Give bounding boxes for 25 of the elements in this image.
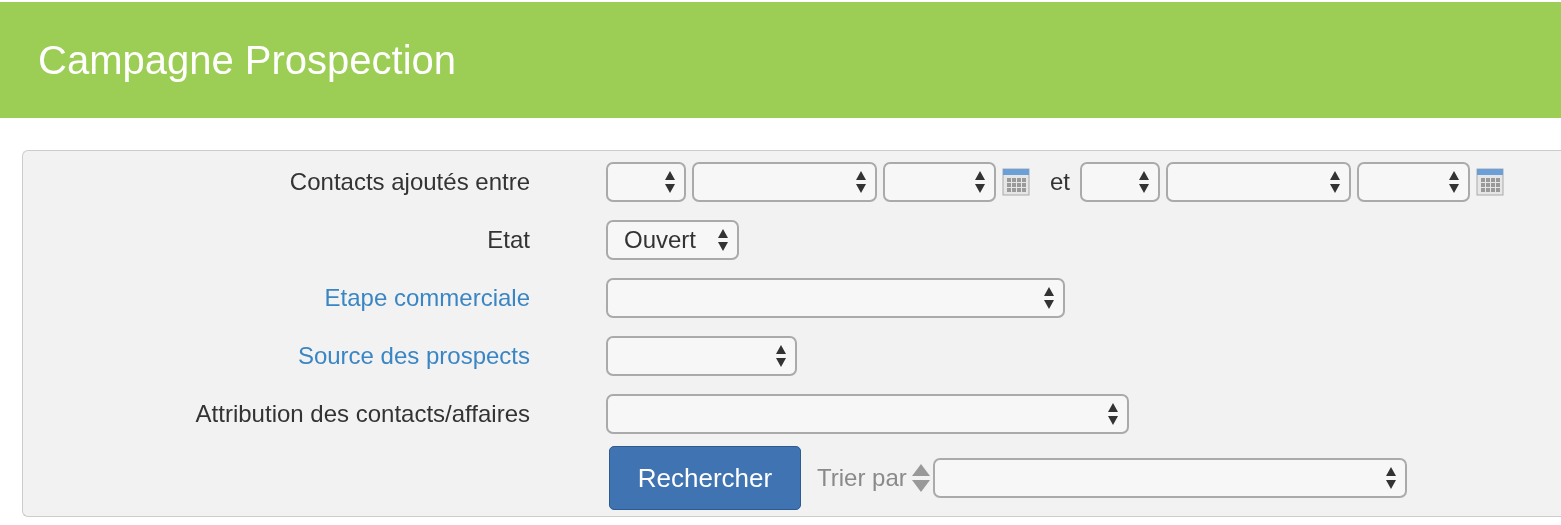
- filter-label: Contacts ajoutés entre: [288, 168, 530, 196]
- up-down-arrows-icon: [974, 170, 986, 194]
- up-down-arrows-icon: [1043, 286, 1055, 310]
- up-down-arrows-icon: [1329, 170, 1341, 194]
- up-down-arrows-icon: [1138, 170, 1150, 194]
- sort-label: Trier par: [817, 464, 907, 492]
- calendar-icon[interactable]: [1002, 168, 1030, 196]
- up-down-arrows-icon: [664, 170, 676, 194]
- calendar-icon[interactable]: [1476, 168, 1504, 196]
- up-down-arrows-icon: [1448, 170, 1460, 194]
- up-down-arrows-icon: [1384, 466, 1397, 490]
- filter-link[interactable]: Etape commerciale: [23, 284, 530, 312]
- up-down-arrows-icon: [1107, 402, 1119, 426]
- dropdown[interactable]: Ouvert: [606, 220, 739, 260]
- up-down-arrows-icon: [855, 170, 867, 194]
- up-down-arrows-icon: [775, 344, 787, 368]
- search-button[interactable]: Rechercher: [609, 446, 801, 510]
- dropdown[interactable]: [1080, 162, 1160, 202]
- dropdown[interactable]: [606, 162, 686, 202]
- up-down-arrows-icon: [717, 228, 729, 252]
- page-title: Campagne Prospection: [38, 37, 457, 83]
- filter-label: Etat: [486, 226, 530, 254]
- filter-link[interactable]: Source des prospects: [23, 342, 530, 370]
- filter-label: Attribution des contacts/affaires: [194, 400, 530, 428]
- separator-label: et: [1050, 168, 1070, 196]
